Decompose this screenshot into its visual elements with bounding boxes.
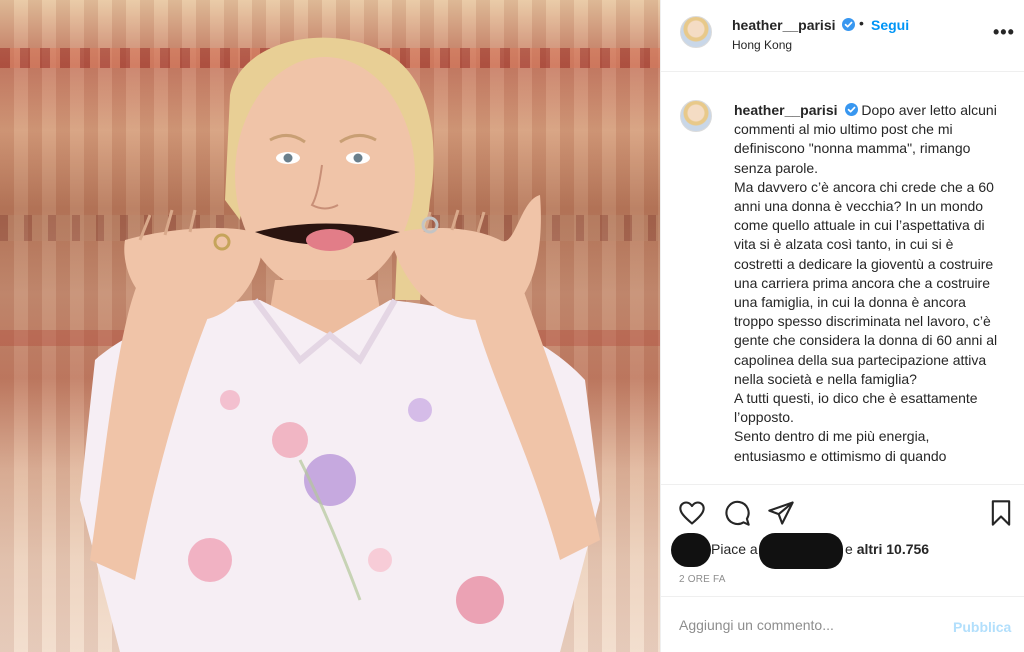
verified-badge-icon: [842, 18, 855, 31]
bookmark-icon[interactable]: [987, 499, 1015, 527]
likes-prefix: Piace a: [711, 541, 758, 557]
redacted-avatar: [671, 533, 711, 567]
verified-badge-icon: [839, 17, 855, 35]
caption-paragraph: Sento dentro di me più energia, entusias…: [734, 428, 947, 464]
post-header: heather__parisi • Segui Hong Kong •••: [661, 0, 1024, 72]
post-timestamp[interactable]: 2 ORE FA: [679, 574, 726, 585]
verified-badge-icon: [844, 103, 858, 116]
location-link[interactable]: Hong Kong: [732, 38, 792, 52]
likes-count[interactable]: e altri 10.756: [845, 541, 929, 557]
likes-row[interactable]: Piace a e altri 10.756: [671, 533, 1015, 569]
redacted-username: [759, 533, 843, 569]
caption: heather__parisi Dopo aver letto alcuni c…: [734, 101, 1004, 466]
separator-dot: •: [859, 15, 864, 31]
follow-button[interactable]: Segui: [871, 17, 909, 33]
avatar[interactable]: [680, 16, 712, 48]
share-icon[interactable]: [767, 499, 795, 527]
caption-paragraph: A tutti questi, io dico che è esattament…: [734, 390, 978, 426]
more-options-icon[interactable]: •••: [993, 22, 1015, 43]
comment-input[interactable]: [679, 617, 939, 633]
post-photo[interactable]: [0, 0, 660, 652]
username-link[interactable]: heather__parisi: [732, 17, 836, 33]
photo-subject: [80, 37, 600, 652]
comment-bar: Pubblica: [661, 596, 1024, 652]
comment-icon[interactable]: [723, 499, 751, 527]
publish-button[interactable]: Pubblica: [953, 619, 1011, 635]
avatar[interactable]: [680, 100, 712, 132]
caption-area[interactable]: heather__parisi Dopo aver letto alcuni c…: [661, 72, 1024, 484]
caption-username[interactable]: heather__parisi: [734, 102, 838, 118]
caption-paragraph: Ma davvero c’è ancora chi crede che a 60…: [734, 178, 998, 387]
post-side-panel: heather__parisi • Segui Hong Kong ••• he…: [660, 0, 1024, 652]
heart-icon[interactable]: [678, 499, 706, 527]
